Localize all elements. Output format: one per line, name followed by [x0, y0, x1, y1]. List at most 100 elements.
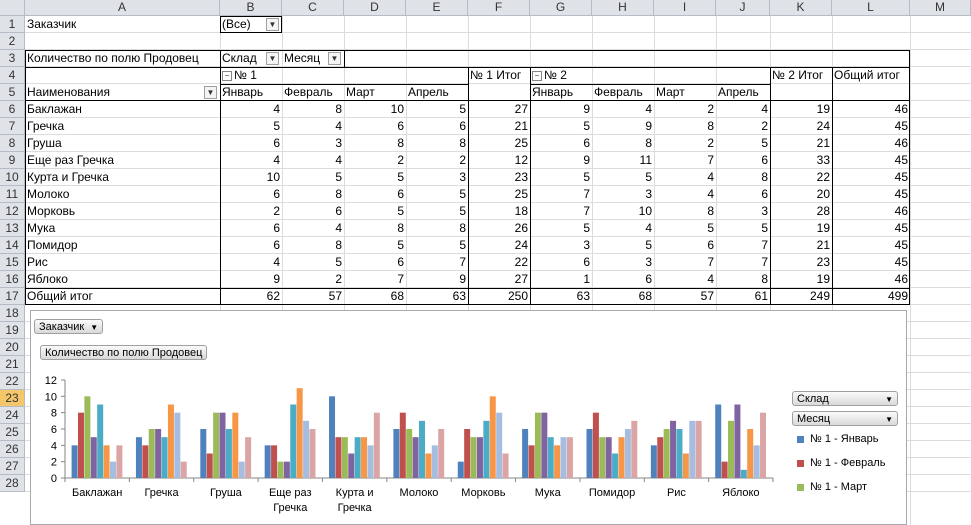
value-cell[interactable]: 8	[282, 237, 344, 254]
value-cell[interactable]: 8	[716, 169, 770, 186]
value-cell[interactable]: 7	[530, 186, 592, 203]
value-cell[interactable]: 8	[282, 186, 344, 203]
value-cell[interactable]: 5	[530, 118, 592, 135]
value-cell[interactable]: 5	[530, 220, 592, 237]
group-2-total-cell[interactable]: 21	[770, 237, 832, 254]
row-header-6[interactable]: 6	[0, 101, 25, 118]
value-cell[interactable]: 9	[406, 271, 468, 288]
month-header-g2-3[interactable]: Апрель	[716, 84, 770, 101]
group-2-header-collapse-icon[interactable]: −	[532, 70, 542, 81]
column-header-b[interactable]: B	[220, 0, 282, 16]
value-cell[interactable]: 6	[344, 186, 406, 203]
value-cell[interactable]: 9	[530, 101, 592, 118]
grand-total-cell[interactable]: 45	[832, 237, 910, 254]
grand-total-value[interactable]: 57	[654, 288, 716, 305]
value-cell[interactable]: 4	[282, 118, 344, 135]
column-header-j[interactable]: J	[716, 0, 770, 16]
value-cell[interactable]: 1	[530, 271, 592, 288]
column-header-d[interactable]: D	[344, 0, 406, 16]
group-2-total-cell[interactable]: 28	[770, 203, 832, 220]
value-cell[interactable]: 2	[282, 271, 344, 288]
group-2-total-cell[interactable]: 19	[770, 101, 832, 118]
column-header-k[interactable]: K	[770, 0, 832, 16]
row-header-13[interactable]: 13	[0, 220, 25, 237]
group-1-total-cell[interactable]: 22	[468, 254, 530, 271]
value-cell[interactable]: 10	[344, 101, 406, 118]
group-1-total-cell[interactable]: 24	[468, 237, 530, 254]
value-cell[interactable]: 3	[592, 254, 654, 271]
value-cell[interactable]: 3	[406, 169, 468, 186]
value-cell[interactable]: 4	[716, 101, 770, 118]
grand-total-cell[interactable]: 45	[832, 169, 910, 186]
grand-total-value[interactable]: 249	[770, 288, 832, 305]
grand-total-value[interactable]: 63	[530, 288, 592, 305]
value-cell[interactable]: 6	[220, 186, 282, 203]
value-cell[interactable]: 5	[282, 254, 344, 271]
row-header-18[interactable]: 18	[0, 305, 25, 322]
group-1-total-cell[interactable]: 12	[468, 152, 530, 169]
month-header-g2-1[interactable]: Февраль	[592, 84, 654, 101]
chart-mesyac-button[interactable]: Месяц ▼	[792, 411, 898, 426]
value-cell[interactable]: 5	[654, 220, 716, 237]
value-cell[interactable]: 6	[282, 203, 344, 220]
value-cell[interactable]: 4	[220, 152, 282, 169]
row-label[interactable]: Курта и Гречка	[25, 169, 220, 186]
row-header-16[interactable]: 16	[0, 271, 25, 288]
group-2-total-cell[interactable]: 21	[770, 135, 832, 152]
value-cell[interactable]: 4	[592, 220, 654, 237]
column-header-g[interactable]: G	[530, 0, 592, 16]
row-header-26[interactable]: 26	[0, 441, 25, 458]
grand-total-row-label[interactable]: Общий итог	[25, 288, 220, 305]
row-field-naimenovaniya[interactable]: Наименования	[25, 84, 220, 101]
grand-total-cell[interactable]: 45	[832, 254, 910, 271]
value-cell[interactable]: 6	[406, 118, 468, 135]
column-header-m[interactable]: M	[910, 0, 971, 16]
value-cell[interactable]: 9	[592, 118, 654, 135]
row-header-8[interactable]: 8	[0, 135, 25, 152]
row-header-28[interactable]: 28	[0, 475, 25, 492]
value-cell[interactable]: 6	[654, 237, 716, 254]
value-cell[interactable]: 2	[406, 152, 468, 169]
value-cell[interactable]: 5	[344, 203, 406, 220]
value-cell[interactable]: 8	[282, 101, 344, 118]
value-cell[interactable]: 5	[716, 135, 770, 152]
row-header-4[interactable]: 4	[0, 67, 25, 84]
row-label[interactable]: Баклажан	[25, 101, 220, 118]
value-cell[interactable]: 9	[530, 152, 592, 169]
chart-mesyac-button-dropdown-icon[interactable]: ▼	[885, 412, 893, 427]
value-cell[interactable]: 7	[530, 203, 592, 220]
group-1-total-cell[interactable]: 26	[468, 220, 530, 237]
row-header-19[interactable]: 19	[0, 322, 25, 339]
value-cell[interactable]: 5	[406, 186, 468, 203]
month-header-g1-0[interactable]: Январь	[220, 84, 282, 101]
value-cell[interactable]: 5	[406, 237, 468, 254]
select-all-corner[interactable]	[0, 0, 25, 16]
value-cell[interactable]: 10	[220, 169, 282, 186]
value-cell[interactable]: 2	[654, 135, 716, 152]
value-cell[interactable]: 6	[220, 135, 282, 152]
value-cell[interactable]: 2	[716, 118, 770, 135]
month-header-g2-0[interactable]: Январь	[530, 84, 592, 101]
value-cell[interactable]: 8	[406, 135, 468, 152]
pivot-chart[interactable]: Заказчик ▼ Количество по полю Продовец Скла…	[30, 310, 907, 525]
column-header-l[interactable]: L	[832, 0, 910, 16]
value-cell[interactable]: 5	[406, 101, 468, 118]
value-cell[interactable]: 5	[220, 118, 282, 135]
column-header-i[interactable]: I	[654, 0, 716, 16]
value-cell[interactable]: 8	[716, 271, 770, 288]
group-2-total-cell[interactable]: 22	[770, 169, 832, 186]
group-1-total-header[interactable]: № 1 Итог	[468, 67, 530, 84]
grand-total-value[interactable]: 62	[220, 288, 282, 305]
grand-total-cell[interactable]: 45	[832, 152, 910, 169]
row-label[interactable]: Морковь	[25, 203, 220, 220]
column-header-c[interactable]: C	[282, 0, 344, 16]
row-header-25[interactable]: 25	[0, 424, 25, 441]
value-cell[interactable]: 3	[530, 237, 592, 254]
group-2-total-cell[interactable]: 19	[770, 220, 832, 237]
row-label[interactable]: Мука	[25, 220, 220, 237]
value-cell[interactable]: 7	[716, 237, 770, 254]
group-2-total-cell[interactable]: 19	[770, 271, 832, 288]
value-cell[interactable]: 4	[220, 254, 282, 271]
grand-total-value[interactable]: 250	[468, 288, 530, 305]
value-cell[interactable]: 8	[406, 220, 468, 237]
